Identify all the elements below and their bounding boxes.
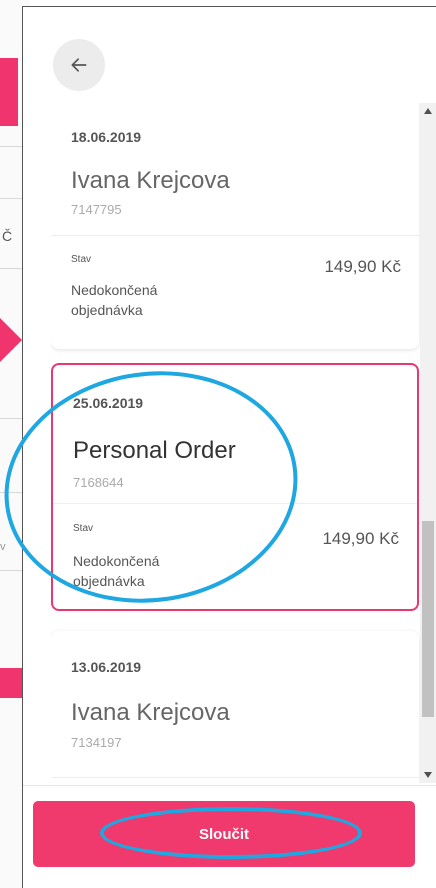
order-number: 7134197 <box>71 735 122 750</box>
merge-button-label: Sloučit <box>198 825 249 843</box>
order-number: 7147795 <box>71 202 122 217</box>
order-status: Nedokončená objednávka <box>73 553 160 589</box>
background-text-fragment: Č <box>2 228 13 244</box>
order-card-selected[interactable]: 25.06.2019 Personal Order 7168644 Stav 1… <box>51 363 419 611</box>
scroll-down-arrow-icon[interactable] <box>420 767 436 783</box>
merge-button[interactable]: Sloučit <box>33 801 415 867</box>
order-card[interactable]: 18.06.2019 Ivana Krejcova 7147795 Stav 1… <box>51 103 419 349</box>
order-date: 25.06.2019 <box>73 395 144 411</box>
scroll-up-arrow-icon[interactable] <box>420 103 436 119</box>
order-status: Nedokončená objednávka <box>71 282 158 318</box>
scrollbar-thumb[interactable] <box>422 521 434 717</box>
order-list-scrollbar[interactable] <box>420 103 436 783</box>
order-number: 7168644 <box>73 475 124 490</box>
order-date: 18.06.2019 <box>71 129 142 145</box>
card-divider <box>51 777 419 778</box>
order-date: 13.06.2019 <box>71 659 142 675</box>
order-name: Ivana Krejcova <box>71 167 230 194</box>
background-pink-arrow <box>0 318 22 362</box>
background-pink-bar <box>0 58 18 126</box>
order-card[interactable]: 13.06.2019 Ivana Krejcova 7134197 <box>51 631 419 783</box>
order-name: Personal Order <box>73 437 236 464</box>
footer-divider <box>23 785 436 786</box>
arrow-left-icon <box>71 58 87 72</box>
order-list: 18.06.2019 Ivana Krejcova 7147795 Stav 1… <box>51 103 421 783</box>
status-label: Stav <box>73 523 94 534</box>
order-name: Ivana Krejcova <box>71 699 230 726</box>
status-label: Stav <box>71 254 92 265</box>
order-price: 149,90 Kč <box>324 257 401 276</box>
order-price: 149,90 Kč <box>322 529 399 548</box>
back-button[interactable] <box>53 39 105 91</box>
order-merge-panel: 18.06.2019 Ivana Krejcova 7147795 Stav 1… <box>22 6 436 888</box>
card-divider <box>53 503 417 504</box>
background-text-fragment: v <box>0 541 6 553</box>
card-divider <box>51 235 419 236</box>
